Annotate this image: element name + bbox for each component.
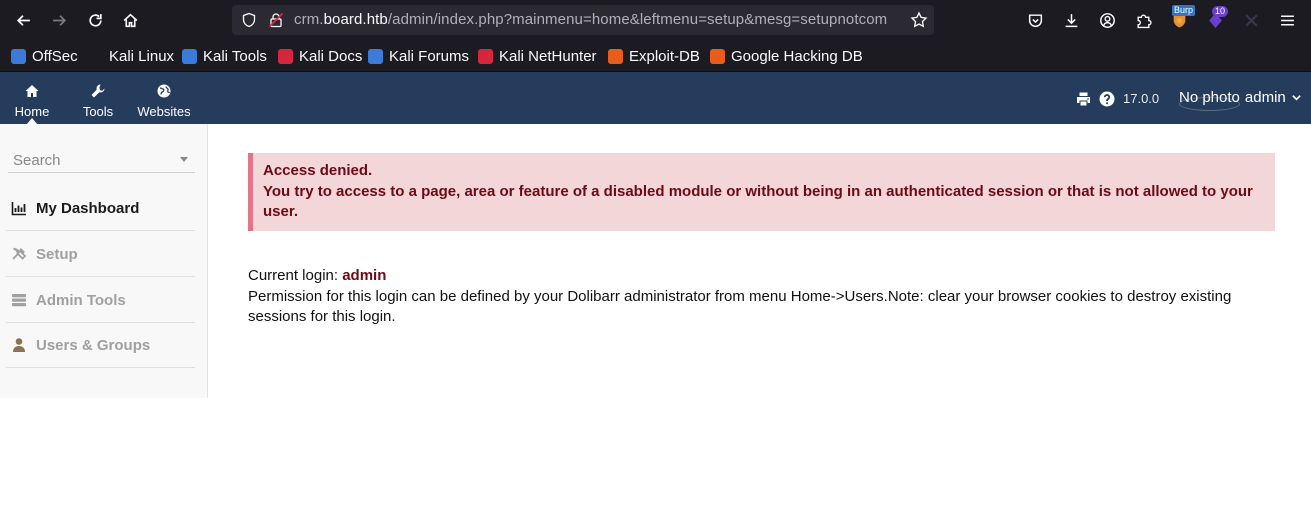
forward-arrow-icon	[52, 14, 66, 26]
url-path: /admin/index.php?mainmenu=home&leftmenu=…	[387, 11, 888, 28]
bookmark-google-hacking-db[interactable]: Google Hacking DB	[710, 46, 863, 66]
browser-toolbar: crm.board.htb/admin/index.php?mainmenu=h…	[0, 0, 1311, 40]
bookmark-favicon-icon	[278, 48, 293, 64]
sidebar-item-users-groups[interactable]: Users & Groups	[6, 323, 195, 368]
pocket-button[interactable]	[1025, 10, 1045, 30]
bookmark-label: Kali Tools	[203, 47, 267, 65]
topmenu-home-label: Home	[14, 104, 50, 119]
bookmark-favicon-icon	[608, 48, 623, 64]
app-topbar: Home Tools Websites 17.0.0 No photo admi…	[0, 72, 1311, 124]
sidebar-item-label: Setup	[36, 245, 78, 263]
user-menu[interactable]: No photo admin	[1179, 89, 1302, 111]
topmenu-websites-label: Websites	[137, 104, 191, 119]
version-label: 17.0.0	[1123, 91, 1160, 106]
sidebar-item-setup[interactable]: Setup	[6, 232, 195, 277]
bookmark-kali-forums[interactable]: Kali Forums	[368, 46, 469, 66]
wrench-icon	[91, 84, 105, 98]
account-button[interactable]	[1097, 10, 1117, 30]
bookmark-kali-docs[interactable]: Kali Docs	[278, 46, 362, 66]
shield-icon[interactable]	[241, 12, 257, 28]
bookmark-kali-tools[interactable]: Kali Tools	[182, 46, 267, 66]
home-page-button[interactable]	[116, 6, 144, 34]
user-avatar-placeholder: No photo	[1179, 89, 1240, 111]
sidebar-item-label: Users & Groups	[36, 336, 151, 354]
current-login-name: admin	[342, 267, 387, 284]
bookmark-label: Kali Docs	[299, 47, 363, 65]
topmenu-tools[interactable]: Tools	[78, 72, 118, 124]
sidebar-item-label: Admin Tools	[36, 291, 126, 309]
search-placeholder: Search	[13, 152, 61, 169]
extension-badge: 10	[1212, 6, 1229, 17]
bookmark-offsec[interactable]: OffSec	[11, 46, 78, 66]
bookmark-kali-nethunter[interactable]: Kali NetHunter	[478, 46, 597, 66]
bookmark-exploit-db[interactable]: Exploit-DB	[608, 46, 700, 66]
sidebar-item-my-dashboard[interactable]: My Dashboard	[6, 186, 195, 231]
back-button[interactable]	[9, 6, 37, 34]
tools-icon	[12, 247, 27, 260]
current-login-label: Current login:	[248, 267, 343, 284]
url-subdomain: crm.	[294, 11, 324, 28]
house-icon	[123, 13, 137, 27]
forward-button[interactable]	[45, 6, 73, 34]
burp-label: Burp	[1172, 5, 1196, 16]
print-icon[interactable]	[1075, 91, 1092, 107]
bookmark-label: Kali Linux	[109, 47, 175, 65]
help-icon[interactable]	[1099, 91, 1115, 107]
search-select[interactable]: Search	[8, 149, 195, 173]
bookmark-star-icon[interactable]	[910, 11, 928, 29]
hamburger-icon	[1280, 14, 1294, 26]
bookmark-kali-linux[interactable]: Kali Linux	[88, 46, 174, 66]
server-icon	[12, 294, 26, 307]
user-icon	[13, 338, 25, 352]
insecure-lock-icon[interactable]	[268, 12, 284, 28]
dropdown-caret-icon	[180, 157, 188, 162]
account-icon	[1099, 12, 1115, 28]
bookmark-label: Kali Forums	[389, 47, 470, 65]
downloads-button[interactable]	[1061, 10, 1081, 30]
alert-title: Access denied.	[263, 162, 373, 179]
globe-icon	[157, 84, 171, 98]
url-bar[interactable]: crm.board.htb/admin/index.php?mainmenu=h…	[232, 5, 934, 35]
permission-note: Permission for this login can be defined…	[248, 287, 1232, 326]
chart-icon	[11, 202, 26, 216]
sidebar-item-label: My Dashboard	[36, 199, 140, 217]
menu-button[interactable]	[1277, 10, 1297, 30]
back-arrow-icon	[16, 14, 30, 26]
bookmark-favicon-icon	[11, 48, 26, 64]
bookmark-label: Google Hacking DB	[731, 47, 863, 65]
topmenu-websites[interactable]: Websites	[134, 72, 194, 124]
bookmark-favicon-icon	[368, 48, 383, 64]
bookmark-favicon-icon	[182, 48, 197, 64]
user-login-name: admin	[1244, 89, 1286, 106]
pocket-icon	[1028, 13, 1042, 27]
current-login-line: Current login: admin	[248, 266, 1288, 287]
home-icon	[25, 85, 39, 97]
login-info: Current login: admin Permission for this…	[248, 266, 1288, 328]
alert-message: You try to access to a page, area or fea…	[263, 182, 1253, 221]
access-denied-alert: Access denied. You try to access to a pa…	[248, 153, 1275, 231]
bookmark-label: Exploit-DB	[629, 47, 700, 65]
bookmark-label: OffSec	[32, 47, 78, 65]
url-text[interactable]: crm.board.htb/admin/index.php?mainmenu=h…	[294, 11, 902, 28]
topmenu-home[interactable]: Home	[10, 72, 54, 124]
topmenu-tools-label: Tools	[82, 104, 114, 119]
bookmarks-toolbar: OffSec Kali Linux Kali Tools Kali Docs Kali …	[0, 40, 1311, 72]
puzzle-icon	[1136, 14, 1152, 28]
left-sidebar: Search My Dashboard Setup Admin Tools Us…	[0, 124, 208, 398]
bookmark-label: Kali NetHunter	[499, 47, 597, 65]
reload-icon	[88, 13, 102, 27]
reload-button[interactable]	[81, 6, 109, 34]
bookmark-favicon-icon	[478, 48, 493, 64]
download-icon	[1065, 13, 1077, 27]
extension-button-2[interactable]	[1241, 10, 1261, 30]
chevron-down-icon	[1291, 95, 1301, 101]
browser-chrome: crm.board.htb/admin/index.php?mainmenu=h…	[0, 0, 1311, 72]
bookmark-favicon-icon	[710, 48, 725, 64]
bookmark-favicon-icon	[88, 48, 103, 64]
url-domain: board.htb	[323, 11, 388, 28]
extension-icon-2	[1244, 13, 1258, 27]
extensions-button[interactable]	[1133, 10, 1153, 30]
sidebar-item-admin-tools[interactable]: Admin Tools	[6, 278, 195, 323]
